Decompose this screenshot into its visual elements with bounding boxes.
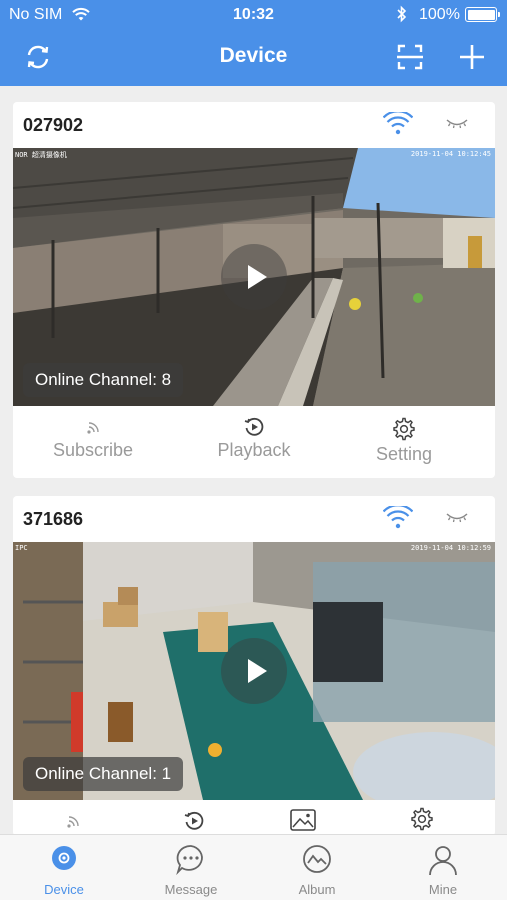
- eye-closed-icon[interactable]: [445, 116, 469, 132]
- subscribe-icon[interactable]: [63, 810, 83, 832]
- osd-timestamp: 2019-11-04 10:12:59: [410, 544, 491, 552]
- device-id: 027902: [23, 115, 84, 135]
- user-icon: [429, 846, 457, 876]
- nav-bar: Device: [0, 30, 507, 86]
- device-id: 371686: [23, 509, 84, 529]
- online-channel-badge: Online Channel: 8: [23, 363, 184, 397]
- battery-percent: 100%: [419, 6, 460, 23]
- battery-icon: [465, 7, 500, 22]
- tab-label: Device: [44, 882, 84, 897]
- playback-label: Playback: [217, 440, 291, 460]
- device-icon: [52, 846, 76, 870]
- osd-timestamp: 2019-11-04 10:12:45: [410, 150, 491, 158]
- device-card: 027902 NOR 超清摄像机 2019-11-04 10:12:45 Onl…: [13, 102, 495, 478]
- tab-device[interactable]: Device: [14, 843, 114, 897]
- tab-album[interactable]: Album: [267, 843, 367, 897]
- tab-mine[interactable]: Mine: [393, 843, 493, 897]
- gear-icon: [393, 417, 415, 441]
- play-button[interactable]: [221, 638, 287, 704]
- tab-bar: Device Message Album Mine: [0, 834, 507, 900]
- scan-qr-icon[interactable]: [394, 41, 426, 73]
- device-actions: [13, 800, 495, 836]
- play-icon: [248, 265, 267, 289]
- tab-label: Mine: [428, 882, 458, 897]
- message-icon: [176, 845, 203, 876]
- top-bar: No SIM 10:32 100% Device: [0, 0, 507, 86]
- tab-label: Message: [164, 882, 218, 897]
- bluetooth-icon: [397, 5, 407, 23]
- setting-label: Setting: [375, 444, 433, 464]
- setting-button[interactable]: Setting: [334, 416, 474, 465]
- play-button[interactable]: [221, 244, 287, 310]
- album-icon: [303, 845, 331, 873]
- subscribe-icon: [87, 422, 99, 434]
- playback-icon[interactable]: [183, 810, 205, 832]
- device-actions: Subscribe Playback Setting: [13, 406, 495, 478]
- device-wifi-icon: [383, 112, 413, 135]
- osd-label: IPC: [15, 544, 28, 552]
- subscribe-label: Subscribe: [52, 440, 134, 460]
- status-bar: No SIM 10:32 100%: [0, 0, 507, 30]
- camera-preview[interactable]: NOR 超清摄像机 2019-11-04 10:12:45 Online Cha…: [13, 148, 495, 406]
- add-device-icon[interactable]: [456, 41, 488, 73]
- online-channel-badge: Online Channel: 1: [23, 757, 184, 791]
- eye-closed-icon[interactable]: [445, 510, 469, 526]
- playback-button[interactable]: Playback: [184, 416, 324, 461]
- tab-message[interactable]: Message: [141, 843, 241, 897]
- gear-icon[interactable]: [409, 806, 435, 832]
- tab-label: Album: [298, 882, 336, 897]
- playback-icon: [244, 417, 264, 436]
- device-card: 371686 IPC 2019-11-04 10:12:59 Online Ch…: [13, 496, 495, 836]
- device-wifi-icon: [383, 506, 413, 529]
- image-icon[interactable]: [289, 808, 317, 832]
- subscribe-button[interactable]: Subscribe: [23, 416, 163, 461]
- play-icon: [248, 659, 267, 683]
- camera-preview[interactable]: IPC 2019-11-04 10:12:59 Online Channel: …: [13, 542, 495, 800]
- osd-label: NOR 超清摄像机: [15, 151, 67, 159]
- page-title: Device: [219, 44, 288, 67]
